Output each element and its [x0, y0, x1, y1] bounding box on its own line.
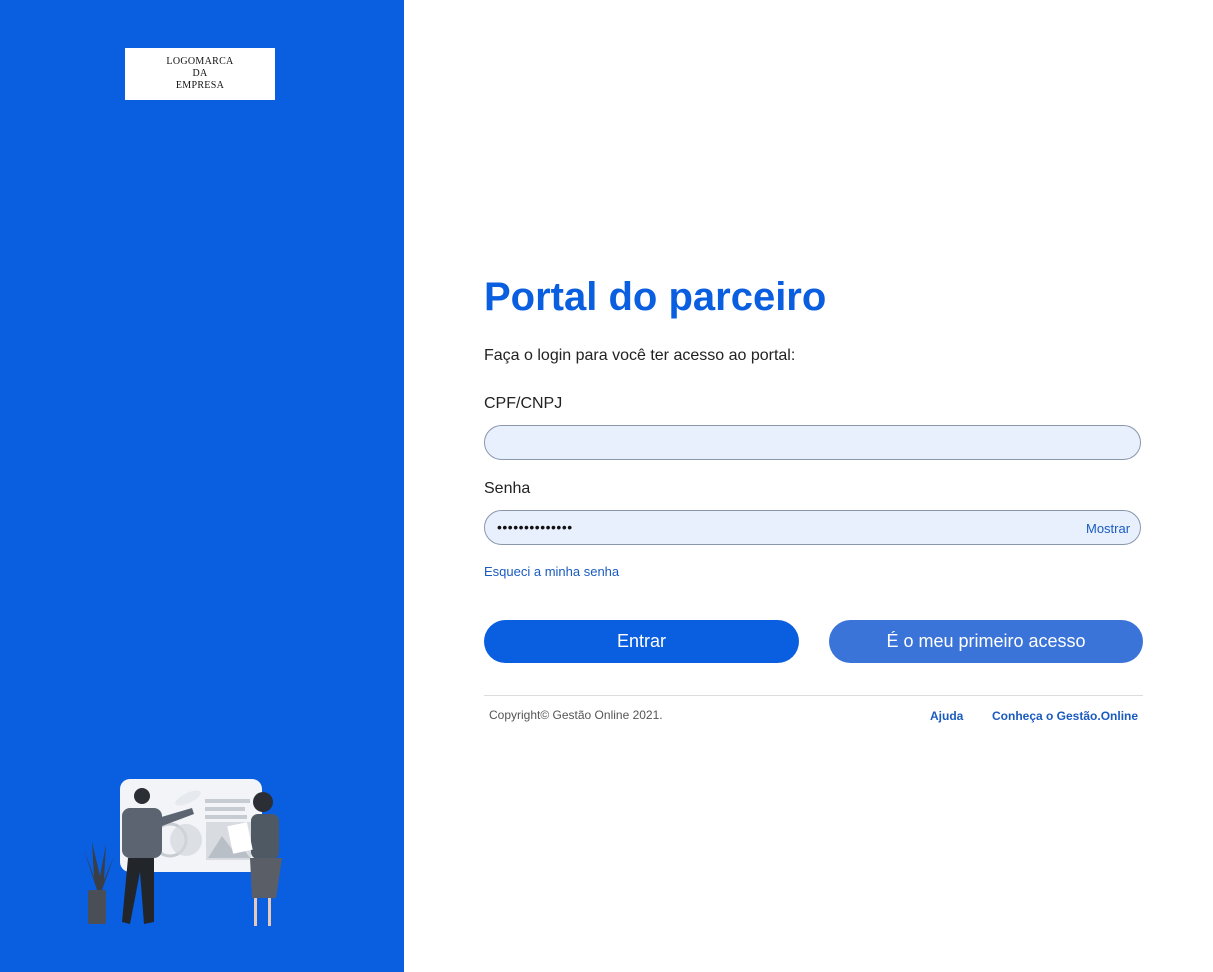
login-page: LOGOMARCA DA EMPRESA Portal do parceiro …: [0, 0, 1213, 972]
help-link[interactable]: Ajuda: [930, 709, 963, 723]
forgot-password-link[interactable]: Esqueci a minha senha: [484, 564, 619, 579]
logo-line-1: LOGOMARCA: [166, 56, 234, 67]
password-input[interactable]: [484, 510, 1141, 545]
login-subtitle: Faça o login para você ter acesso ao por…: [484, 347, 796, 364]
password-label: Senha: [484, 480, 531, 497]
brand-panel: LOGOMARCA DA EMPRESA: [0, 0, 404, 972]
first-access-button[interactable]: É o meu primeiro acesso: [829, 620, 1143, 663]
cpf-cnpj-input[interactable]: [484, 425, 1141, 460]
people-presentation-illustration: [84, 779, 282, 926]
login-button[interactable]: Entrar: [484, 620, 799, 663]
footer-divider: [484, 695, 1143, 696]
page-title: Portal do parceiro: [484, 275, 827, 319]
logo-line-3: EMPRESA: [175, 80, 225, 91]
password-masked-value: ••••••••••••••: [497, 519, 573, 535]
about-gestao-online-link[interactable]: Conheça o Gestão.Online: [992, 709, 1138, 723]
show-password-toggle[interactable]: Mostrar: [1086, 521, 1130, 536]
company-logo: LOGOMARCA DA EMPRESA: [125, 48, 275, 100]
logo-line-2: DA: [192, 68, 208, 79]
copyright-text: Copyright© Gestão Online 2021.: [489, 708, 663, 722]
cpf-cnpj-label: CPF/CNPJ: [484, 395, 563, 412]
